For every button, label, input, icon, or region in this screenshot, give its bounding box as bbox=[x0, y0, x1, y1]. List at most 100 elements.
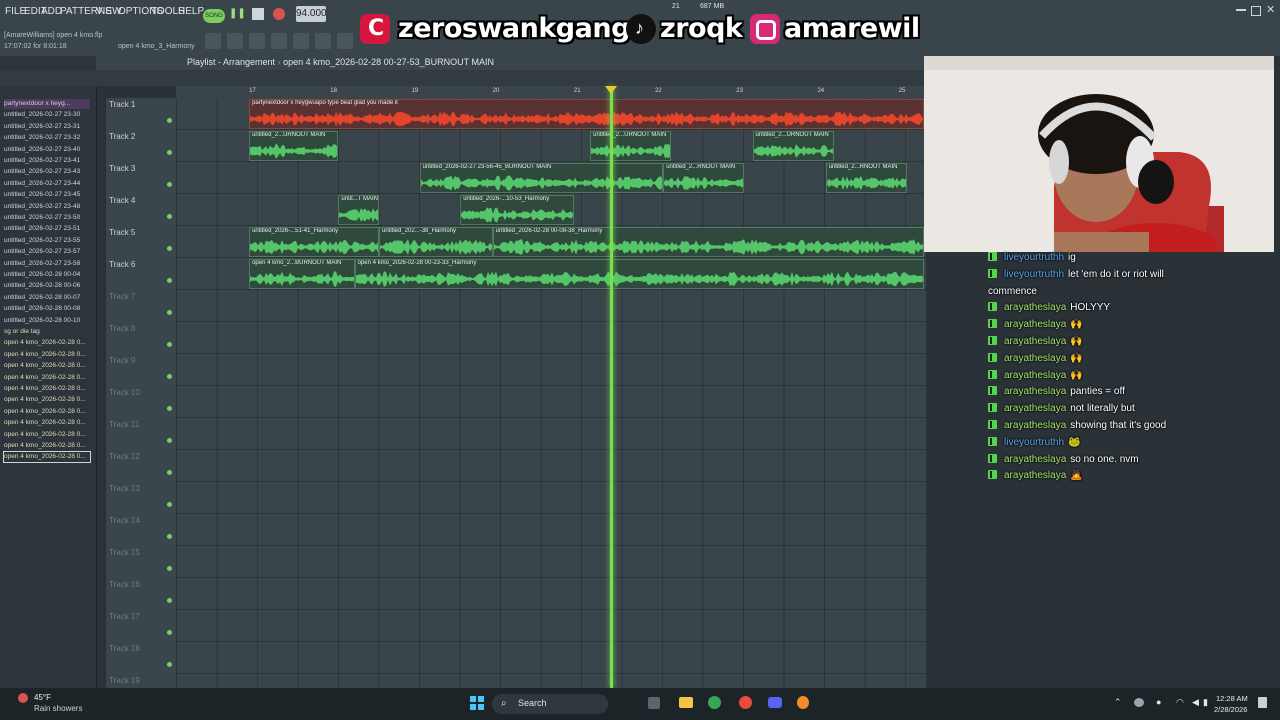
track-header[interactable]: Track 17 bbox=[106, 610, 176, 643]
audio-clip[interactable]: untitled_2026-...10-53_Harmony bbox=[460, 195, 574, 225]
battery-icon[interactable]: ▮ bbox=[1203, 697, 1208, 708]
browser-item[interactable]: open 4 kmo_2026-02-28 0... bbox=[4, 338, 90, 348]
track-mute-led[interactable] bbox=[167, 662, 172, 667]
chat-username[interactable]: arayatheslaya bbox=[1004, 403, 1066, 414]
minimize-icon[interactable] bbox=[1236, 9, 1246, 11]
weather-icon[interactable] bbox=[18, 693, 28, 703]
track-mute-led[interactable] bbox=[167, 566, 172, 571]
audio-clip[interactable]: partynextdoor x heygwuapo type beat glad… bbox=[249, 99, 924, 129]
piano-roll-icon[interactable] bbox=[249, 33, 265, 49]
audio-clip[interactable]: open 4 kmo_2...BURNOUT MAIN bbox=[249, 259, 355, 289]
audio-clip[interactable]: untitled_202...-38_Harmony bbox=[379, 227, 493, 257]
track-header[interactable]: Track 12 bbox=[106, 450, 176, 483]
tempo-display[interactable]: 94.000 bbox=[296, 6, 327, 22]
audio-clip[interactable]: untitled_2...URNOUT MAIN bbox=[590, 131, 672, 161]
track-header[interactable]: Track 8 bbox=[106, 322, 176, 355]
audio-clip[interactable]: untitled_2026-02-28 00-08-38_Harmony bbox=[492, 227, 924, 257]
song-mode-toggle[interactable]: SONG bbox=[203, 9, 225, 23]
browser-item[interactable]: untitled_2026-02-28 00-06 bbox=[4, 281, 90, 291]
chat-username[interactable]: arayatheslaya bbox=[1004, 353, 1066, 364]
browser-item[interactable]: sg or die tag bbox=[4, 327, 90, 337]
chat-username[interactable]: arayatheslaya bbox=[1004, 454, 1066, 465]
browser-item[interactable]: untitled_2026-02-27 23-43 bbox=[4, 167, 90, 177]
track-header[interactable]: Track 4 bbox=[106, 194, 176, 227]
browser-item[interactable]: partynextdoor x heyg... bbox=[4, 99, 90, 109]
notification-icon[interactable] bbox=[1258, 697, 1267, 708]
mic-icon[interactable] bbox=[337, 33, 353, 49]
volume-icon[interactable]: ◀ bbox=[1192, 697, 1199, 708]
track-mute-led[interactable] bbox=[167, 438, 172, 443]
track-header[interactable]: Track 11 bbox=[106, 418, 176, 451]
browser-item[interactable]: untitled_2026-02-27 23-55 bbox=[4, 236, 90, 246]
browser-item[interactable]: open 4 kmo_2026-02-28 0... bbox=[4, 430, 90, 440]
audio-clip[interactable]: open 4 kmo_2026-02-28 00-23-33_Harmony bbox=[354, 259, 924, 289]
browser-item[interactable]: untitled_2026-02-28 00-08 bbox=[4, 304, 90, 314]
record-button[interactable] bbox=[273, 8, 285, 20]
browser-item[interactable]: open 4 kmo_2026-02-28 0... bbox=[4, 395, 90, 405]
track-mute-led[interactable] bbox=[167, 246, 172, 251]
track-header[interactable]: Track 3 bbox=[106, 162, 176, 195]
browser-item[interactable]: untitled_2026-02-28 00-04 bbox=[4, 270, 90, 280]
playlist-icon[interactable] bbox=[227, 33, 243, 49]
playhead[interactable] bbox=[610, 86, 614, 688]
wifi-icon[interactable]: ◠ bbox=[1176, 697, 1184, 708]
audio-clip[interactable]: untit...T MAIN bbox=[338, 195, 379, 225]
browser-item[interactable]: untitled_2026-02-27 23-31 bbox=[4, 122, 90, 132]
chat-username[interactable]: liveyourtruthh bbox=[1004, 437, 1064, 448]
track-header[interactable]: Track 9 bbox=[106, 354, 176, 387]
close-icon[interactable]: ✕ bbox=[1266, 3, 1275, 16]
browser-item[interactable]: untitled_2026-02-27 23-45 bbox=[4, 190, 90, 200]
snap-icon[interactable] bbox=[205, 33, 221, 49]
browser-item[interactable]: untitled_2026-02-27 23-57 bbox=[4, 247, 90, 257]
tray-app-icon[interactable] bbox=[1134, 698, 1144, 707]
stop-button[interactable] bbox=[252, 8, 264, 20]
weather-temp[interactable]: 45°F bbox=[34, 693, 51, 702]
app-icon[interactable] bbox=[739, 696, 752, 709]
track-header[interactable]: Track 13 bbox=[106, 482, 176, 515]
track-mute-led[interactable] bbox=[167, 118, 172, 123]
weather-desc[interactable]: Rain showers bbox=[34, 704, 82, 713]
track-mute-led[interactable] bbox=[167, 374, 172, 379]
chat-username[interactable]: arayatheslaya bbox=[1004, 470, 1066, 481]
task-view-icon[interactable] bbox=[648, 697, 660, 709]
track-mute-led[interactable] bbox=[167, 278, 172, 283]
track-header[interactable]: Track 10 bbox=[106, 386, 176, 419]
discord-icon[interactable] bbox=[768, 697, 782, 708]
track-mute-led[interactable] bbox=[167, 214, 172, 219]
channel-rack-icon[interactable] bbox=[271, 33, 287, 49]
mixer-icon[interactable] bbox=[293, 33, 309, 49]
browser-item[interactable]: open 4 kmo_2026-02-28 0... bbox=[4, 361, 90, 371]
chrome-icon[interactable] bbox=[708, 696, 721, 709]
browser-item[interactable]: untitled_2026-02-28 00-07 bbox=[4, 293, 90, 303]
playhead-marker[interactable] bbox=[605, 86, 618, 94]
browser-item[interactable]: open 4 kmo_2026-02-28 0... bbox=[4, 373, 90, 383]
track-mute-led[interactable] bbox=[167, 182, 172, 187]
audio-clip[interactable]: untitled_2...RNOUT MAIN bbox=[663, 163, 745, 193]
audio-clip[interactable]: untitled_2...RNOUT MAIN bbox=[825, 163, 907, 193]
browser-item[interactable]: untitled_2026-02-27 23-50 bbox=[4, 213, 90, 223]
audio-clip[interactable]: untitled_2026-02-27 23-56-45_BURNOUT MAI… bbox=[419, 163, 664, 193]
fl-studio-icon[interactable] bbox=[797, 696, 809, 709]
track-mute-led[interactable] bbox=[167, 310, 172, 315]
track-mute-led[interactable] bbox=[167, 406, 172, 411]
track-header[interactable]: Track 7 bbox=[106, 290, 176, 323]
browser-item[interactable]: open 4 kmo_2026-02-28 0... bbox=[4, 384, 90, 394]
chat-username[interactable]: arayatheslaya bbox=[1004, 336, 1066, 347]
audio-clip[interactable]: untitled_2...URNOUT MAIN bbox=[249, 131, 339, 161]
track-mute-led[interactable] bbox=[167, 150, 172, 155]
start-icon[interactable] bbox=[470, 696, 484, 710]
track-header[interactable]: Track 6 bbox=[106, 258, 176, 291]
track-header[interactable]: Track 16 bbox=[106, 578, 176, 611]
chat-username[interactable]: arayatheslaya bbox=[1004, 319, 1066, 330]
tray-chevron-icon[interactable]: ⌃ bbox=[1114, 697, 1122, 708]
menu-item-file[interactable]: FILE bbox=[5, 6, 26, 17]
play-pause-button[interactable]: ❚❚ bbox=[229, 8, 246, 22]
track-header[interactable]: Track 18 bbox=[106, 642, 176, 675]
browser-item[interactable]: untitled_2026-02-27 23-51 bbox=[4, 224, 90, 234]
menu-item-add[interactable]: ADD bbox=[41, 6, 62, 17]
track-mute-led[interactable] bbox=[167, 598, 172, 603]
browser-item[interactable]: untitled_2026-02-27 23-32 bbox=[4, 133, 90, 143]
track-mute-led[interactable] bbox=[167, 470, 172, 475]
track-header[interactable]: Track 15 bbox=[106, 546, 176, 579]
browser-item[interactable]: open 4 kmo_2026-02-28 0... bbox=[4, 350, 90, 360]
